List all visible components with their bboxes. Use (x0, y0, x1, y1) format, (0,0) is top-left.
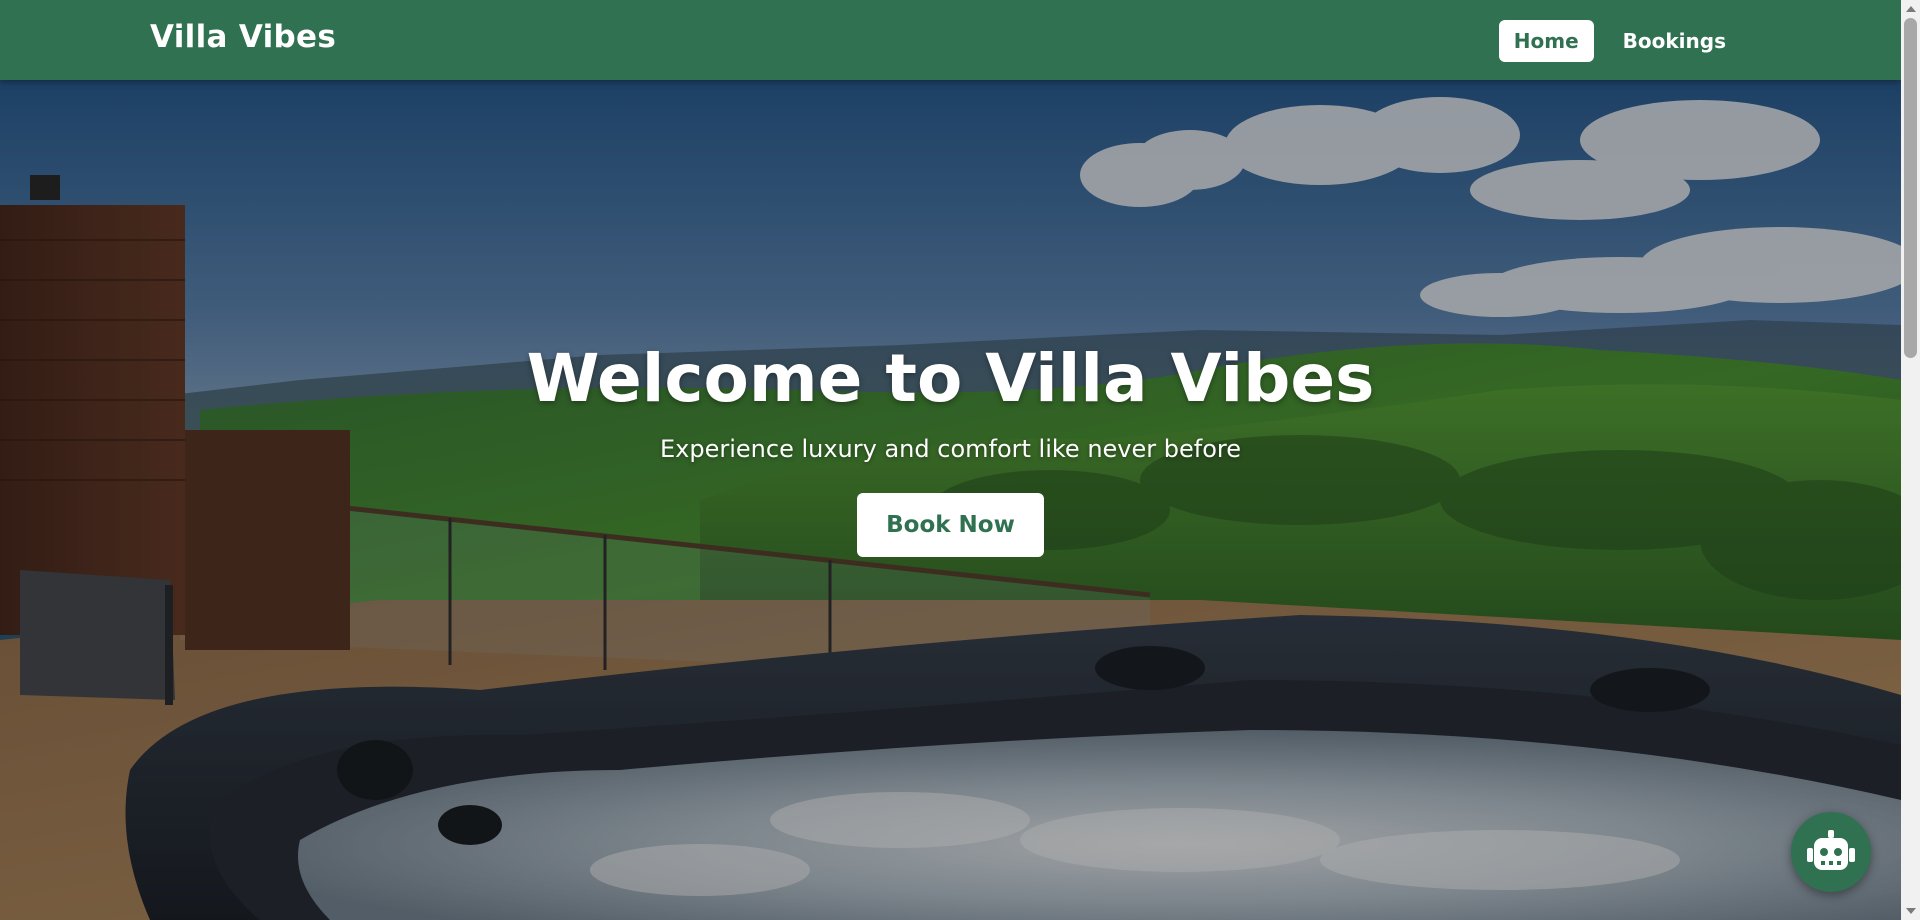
hero-title: Welcome to Villa Vibes (526, 340, 1375, 417)
hero-section: Welcome to Villa Vibes Experience luxury… (0, 80, 1901, 920)
navbar: Villa Vibes Home Bookings (0, 0, 1901, 80)
brand-logo[interactable]: Villa Vibes (150, 19, 336, 55)
vertical-scrollbar[interactable] (1901, 0, 1920, 920)
nav-home-link[interactable]: Home (1498, 20, 1594, 62)
chatbot-button[interactable] (1791, 812, 1871, 892)
book-now-button[interactable]: Book Now (857, 493, 1044, 557)
robot-icon (1807, 830, 1855, 870)
hero-subtitle: Experience luxury and comfort like never… (660, 435, 1241, 463)
main-nav: Home Bookings (1498, 20, 1741, 62)
page: Villa Vibes Home Bookings Welcome to Vil… (0, 0, 1920, 920)
scroll-down-arrow[interactable] (1906, 908, 1916, 914)
scrollbar-thumb[interactable] (1904, 18, 1917, 358)
nav-bookings-link[interactable]: Bookings (1608, 20, 1741, 62)
scroll-up-arrow[interactable] (1906, 6, 1916, 12)
hero-content: Welcome to Villa Vibes Experience luxury… (0, 340, 1901, 557)
